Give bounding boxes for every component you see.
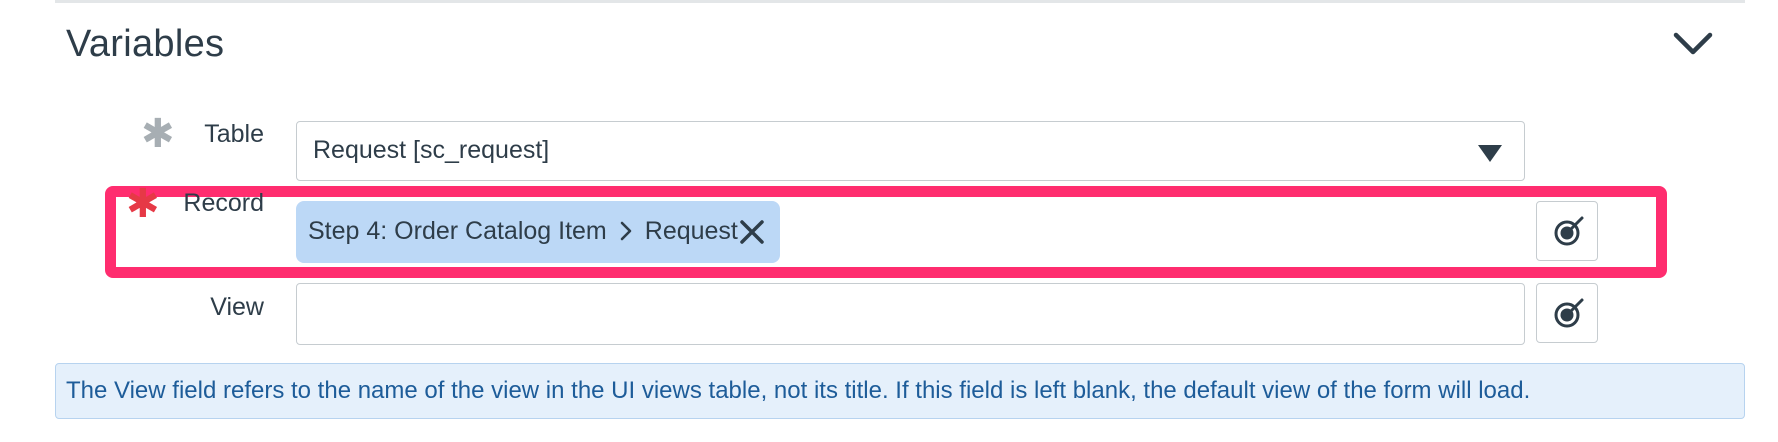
pill-text: Step 4: Order Catalog Item Request [308, 217, 738, 246]
table-select-value: Request [sc_request] [313, 136, 550, 164]
pill-step-label: Step 4: Order Catalog Item [308, 217, 607, 245]
chevron-down-icon [1673, 32, 1713, 55]
data-pill-picker-icon [1554, 216, 1584, 246]
view-input[interactable] [296, 283, 1525, 345]
record-data-pill[interactable]: Step 4: Order Catalog Item Request [296, 201, 780, 263]
section-title: Variables [66, 23, 225, 65]
required-indicator-icon: ✱ [126, 182, 160, 226]
view-field-info-banner: The View field refers to the name of the… [55, 363, 1745, 419]
collapse-button[interactable] [1670, 22, 1716, 68]
view-label: View [210, 293, 264, 321]
data-pill-picker-icon [1554, 298, 1584, 328]
info-text: The View field refers to the name of the… [66, 377, 1531, 404]
pill-target-label: Request [644, 217, 738, 245]
record-pill-picker-button[interactable] [1536, 201, 1598, 261]
view-pill-picker-button[interactable] [1536, 283, 1598, 343]
caret-down-icon [1478, 145, 1502, 162]
chevron-right-icon [620, 221, 632, 241]
table-label: Table [204, 120, 264, 148]
required-indicator-icon: ✱ [141, 112, 175, 156]
table-select[interactable]: Request [sc_request] [296, 121, 1525, 181]
record-label: Record [183, 189, 264, 217]
close-icon[interactable] [738, 218, 766, 246]
variables-section: Variables ✱ Table Request [sc_request] ✱… [0, 0, 1778, 442]
section-divider [55, 0, 1745, 3]
